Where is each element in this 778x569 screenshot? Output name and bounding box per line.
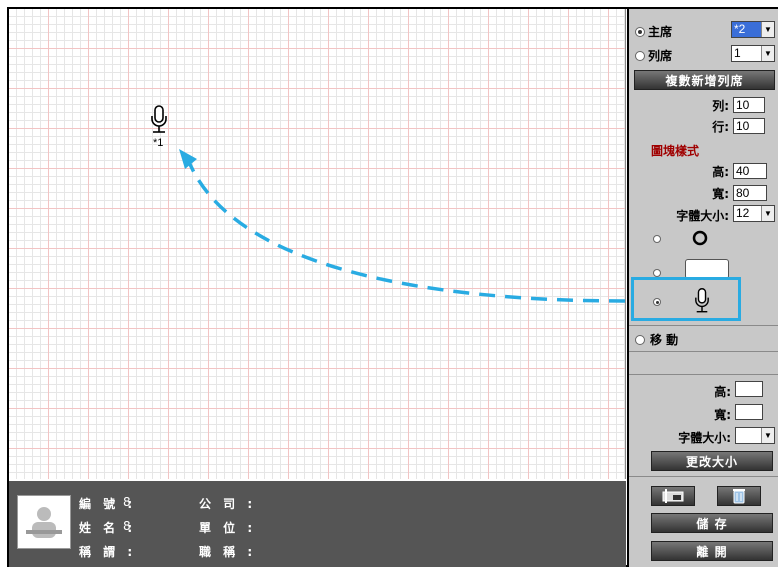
circle-style-radio[interactable]	[653, 235, 661, 243]
columns-label: 列:	[712, 99, 729, 113]
move-radio[interactable]	[635, 334, 645, 345]
block-style-heading: 圖塊樣式	[651, 144, 700, 158]
save-button[interactable]: 儲 存	[651, 513, 773, 533]
selected-style-highlight	[631, 277, 741, 321]
name-value: 8	[123, 519, 131, 533]
chair-label: 主席	[648, 25, 673, 39]
attendee-info-bar: 編 號 : 8 姓 名 : 8 稱 謂 : 公 司 : 單 位 : 職 稱 :	[9, 481, 626, 567]
move-label: 移 動	[650, 333, 679, 347]
font-size-value: 12	[736, 206, 750, 220]
resize-font-size-select[interactable]: ▼	[735, 427, 775, 444]
rectangle-shape-icon[interactable]	[685, 259, 729, 279]
width-label: 寬:	[712, 187, 729, 201]
person-placeholder-icon	[26, 507, 62, 538]
unit-label: 單 位 :	[199, 521, 257, 535]
resize-height-input[interactable]	[735, 381, 763, 397]
width-input[interactable]: 80	[733, 185, 767, 201]
move-option[interactable]: 移 動	[635, 331, 678, 348]
columns-input[interactable]: 10	[733, 97, 765, 113]
job-title-label: 職 稱 :	[199, 545, 257, 559]
resize-button[interactable]: 更改大小	[651, 451, 773, 471]
rows-input[interactable]: 10	[733, 118, 765, 134]
seating-grid-canvas[interactable]: *1	[9, 9, 626, 479]
exit-button[interactable]: 離 開	[651, 541, 773, 561]
resize-height-label: 高:	[714, 385, 731, 399]
tool-panel: 主席 *2 ▼ 列席 1 ▼ 複數新增列席 列: 10 行: 10 圖塊樣式 高…	[627, 9, 778, 567]
import-icon	[662, 489, 684, 503]
height-label: 高:	[712, 165, 729, 179]
resize-width-label: 寬:	[714, 408, 731, 422]
microphone-style-radio[interactable]	[653, 298, 661, 306]
rows-label: 行:	[712, 120, 729, 134]
divider	[629, 325, 778, 326]
seat-select-value: 1	[734, 46, 741, 60]
seat-label: *1	[153, 137, 164, 149]
divider	[629, 374, 778, 375]
chair-radio[interactable]	[635, 26, 645, 37]
font-size-select[interactable]: 12 ▼	[733, 205, 775, 222]
chevron-down-icon[interactable]: ▼	[761, 428, 774, 443]
title-label: 稱 謂 :	[79, 545, 137, 559]
divider	[629, 351, 778, 352]
import-button[interactable]	[651, 486, 695, 506]
chair-option[interactable]: 主席	[635, 23, 672, 40]
resize-font-size-value	[736, 428, 761, 443]
number-value: 8	[123, 495, 131, 509]
height-input[interactable]: 40	[733, 163, 767, 179]
batch-add-seats-button[interactable]: 複數新增列席	[634, 70, 775, 90]
seating-editor-window: *1 編 號 : 8 姓 名 : 8 稱 謂 : 公 司 : 單 位 : 職 稱…	[7, 7, 778, 567]
divider	[629, 476, 778, 477]
chevron-down-icon[interactable]: ▼	[761, 22, 774, 37]
seat-radio[interactable]	[635, 50, 645, 61]
avatar	[17, 495, 71, 549]
chair-select[interactable]: *2 ▼	[731, 21, 775, 38]
seat-option[interactable]: 列席	[635, 47, 672, 64]
rectangle-style-radio[interactable]	[653, 269, 661, 277]
delete-button[interactable]	[717, 486, 761, 506]
seat-select[interactable]: 1 ▼	[731, 45, 775, 62]
trash-icon	[733, 489, 745, 504]
company-label: 公 司 :	[199, 497, 257, 511]
font-size-label: 字體大小:	[676, 209, 729, 223]
chair-select-value: *2	[732, 22, 761, 37]
resize-width-input[interactable]	[735, 404, 763, 420]
circle-shape-icon[interactable]	[691, 229, 709, 247]
microphone-icon[interactable]	[149, 104, 169, 138]
seat-label: 列席	[648, 49, 673, 63]
chevron-down-icon[interactable]: ▼	[761, 46, 774, 61]
chevron-down-icon[interactable]: ▼	[761, 206, 774, 221]
microphone-icon[interactable]	[693, 287, 711, 317]
resize-font-size-label: 字體大小:	[678, 431, 731, 445]
